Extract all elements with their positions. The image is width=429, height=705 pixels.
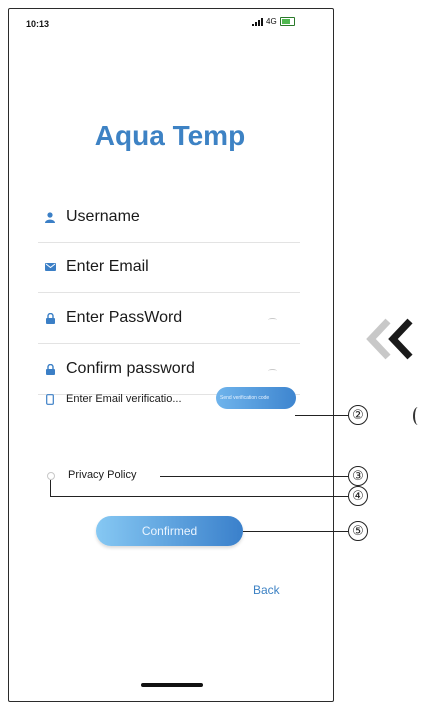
send-verification-code-button[interactable]: Send verification code <box>216 387 296 409</box>
confirm-button[interactable]: Confirmed <box>96 516 243 546</box>
privacy-policy-link[interactable]: Privacy Policy <box>68 469 136 481</box>
home-indicator <box>141 683 203 687</box>
network-label: 4G <box>266 17 277 26</box>
callout-line-3 <box>160 476 348 477</box>
user-icon <box>44 211 56 223</box>
chevron-left-icon <box>366 318 413 360</box>
phone-icon <box>44 393 56 405</box>
back-link[interactable]: Back <box>253 583 280 597</box>
callout-line-5 <box>243 531 348 532</box>
username-field[interactable]: Username <box>38 192 300 243</box>
email-icon <box>44 261 56 273</box>
privacy-checkbox[interactable] <box>47 472 55 480</box>
partial-callout-marker <box>413 407 423 425</box>
callout-marker-4: ④ <box>348 486 368 506</box>
email-field[interactable]: Enter Email <box>38 242 300 293</box>
callout-marker-3: ③ <box>348 466 368 486</box>
verification-label: Enter Email verificatio... <box>66 393 182 405</box>
callout-line-4-vertical <box>50 480 51 496</box>
status-indicators: 4G <box>252 17 295 26</box>
password-label: Enter PassWord <box>66 309 183 326</box>
eye-icon[interactable] <box>268 318 277 322</box>
callout-marker-5: ⑤ <box>348 521 368 541</box>
status-time: 10:13 <box>26 19 50 29</box>
callout-line-2 <box>295 415 348 416</box>
signal-icon <box>252 17 263 26</box>
password-field[interactable]: Enter PassWord <box>38 293 300 344</box>
battery-icon <box>279 17 295 26</box>
verification-field[interactable]: Enter Email verificatio... Send verifica… <box>38 373 300 425</box>
email-label: Enter Email <box>66 258 149 275</box>
username-label: Username <box>66 208 140 225</box>
callout-marker-2: ② <box>348 405 368 425</box>
callout-line-4 <box>50 496 348 497</box>
app-title: Aqua Temp <box>94 120 246 151</box>
lock-icon <box>44 312 56 324</box>
